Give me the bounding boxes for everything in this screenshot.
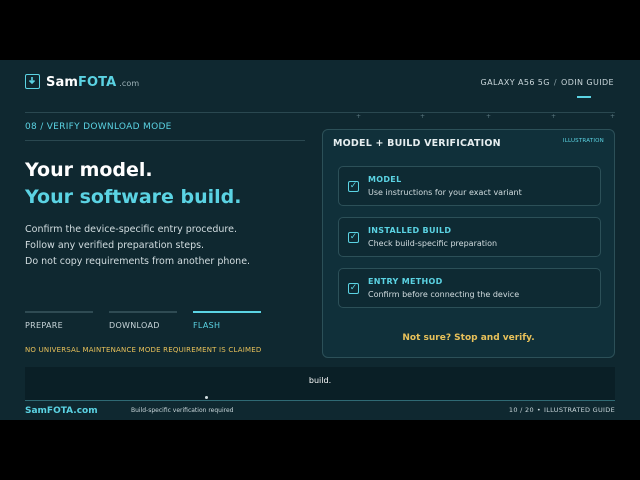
bullet-separator: • xyxy=(536,406,542,414)
divider-tick: + xyxy=(486,113,492,120)
card-description: Confirm before connecting the device xyxy=(368,290,520,299)
divider-tick: + xyxy=(551,113,557,120)
checkbox-checked-icon: ✓ xyxy=(348,232,359,243)
page-title-line1: Your model. xyxy=(25,159,153,181)
breadcrumb-separator: / xyxy=(553,78,558,87)
guide-name: ODIN GUIDE xyxy=(561,78,614,87)
breadcrumb: GALAXY A56 5G / ODIN GUIDE xyxy=(481,78,614,87)
guide-slide: SamFOTA .com GALAXY A56 5G / ODIN GUIDE + +… xyxy=(0,60,640,420)
page-indicator: 10 / 20 • ILLUSTRATED GUIDE xyxy=(509,406,615,414)
divider-tick: + xyxy=(356,113,362,120)
card-title: ENTRY METHOD xyxy=(368,277,443,286)
device-name: GALAXY A56 5G xyxy=(480,78,550,87)
brand-logo: SamFOTA .com xyxy=(46,75,139,90)
phase-bar-prepare xyxy=(25,311,93,313)
phase-label-prepare: PREPARE xyxy=(25,321,63,330)
caption-bar: build. xyxy=(25,367,615,400)
disclaimer-note: NO UNIVERSAL MAINTENANCE MODE REQUIREMEN… xyxy=(25,346,262,354)
illustration-tag: ILLUSTRATION xyxy=(562,138,604,144)
card-description: Check build-specific preparation xyxy=(368,239,498,248)
page-title-line2: Your software build. xyxy=(25,186,242,208)
footer-brand: SamFOTA.com xyxy=(25,406,98,416)
verification-card-model: ✓ MODEL Use instructions for your exact … xyxy=(338,166,601,206)
body-text-line: Do not copy requirements from another ph… xyxy=(25,256,251,267)
verify-warning: Not sure? Stop and verify. xyxy=(402,333,535,343)
body-text-line: Confirm the device-specific entry proced… xyxy=(25,224,237,235)
page-number: 10 / 20 xyxy=(508,406,534,414)
phase-bar-flash xyxy=(193,311,261,313)
checkbox-checked-icon: ✓ xyxy=(348,283,359,294)
step-label: 08 / VERIFY DOWNLOAD MODE xyxy=(25,122,172,132)
step-divider xyxy=(25,140,305,141)
phase-label-download: DOWNLOAD xyxy=(109,321,160,330)
body-text-line: Follow any verified preparation steps. xyxy=(25,240,205,251)
caption-text: build. xyxy=(308,376,332,385)
guide-type-label: ILLUSTRATED GUIDE xyxy=(544,406,615,414)
brand-main: Sam xyxy=(46,75,78,90)
progress-track[interactable] xyxy=(25,400,615,401)
checkbox-checked-icon: ✓ xyxy=(348,181,359,192)
card-title: INSTALLED BUILD xyxy=(368,226,452,235)
download-icon xyxy=(25,74,40,89)
card-description: Use instructions for your exact variant xyxy=(368,188,522,197)
divider-tick: + xyxy=(420,113,426,120)
verification-card-entry-method: ✓ ENTRY METHOD Confirm before connecting… xyxy=(338,268,601,308)
verification-card-build: ✓ INSTALLED BUILD Check build-specific p… xyxy=(338,217,601,257)
divider-tick: + xyxy=(610,113,616,120)
active-guide-underline xyxy=(577,96,591,98)
progress-marker[interactable] xyxy=(205,396,208,399)
phase-bar-download xyxy=(109,311,177,313)
verification-panel: MODEL + BUILD VERIFICATION ILLUSTRATION … xyxy=(322,129,615,358)
brand-suffix: .com xyxy=(119,79,140,88)
card-title: MODEL xyxy=(368,175,402,184)
brand-accent: FOTA xyxy=(77,75,117,90)
header-divider xyxy=(25,112,615,113)
phase-label-flash: FLASH xyxy=(193,321,221,330)
panel-title: MODEL + BUILD VERIFICATION xyxy=(333,138,501,149)
footer-note: Build-specific verification required xyxy=(131,407,234,414)
